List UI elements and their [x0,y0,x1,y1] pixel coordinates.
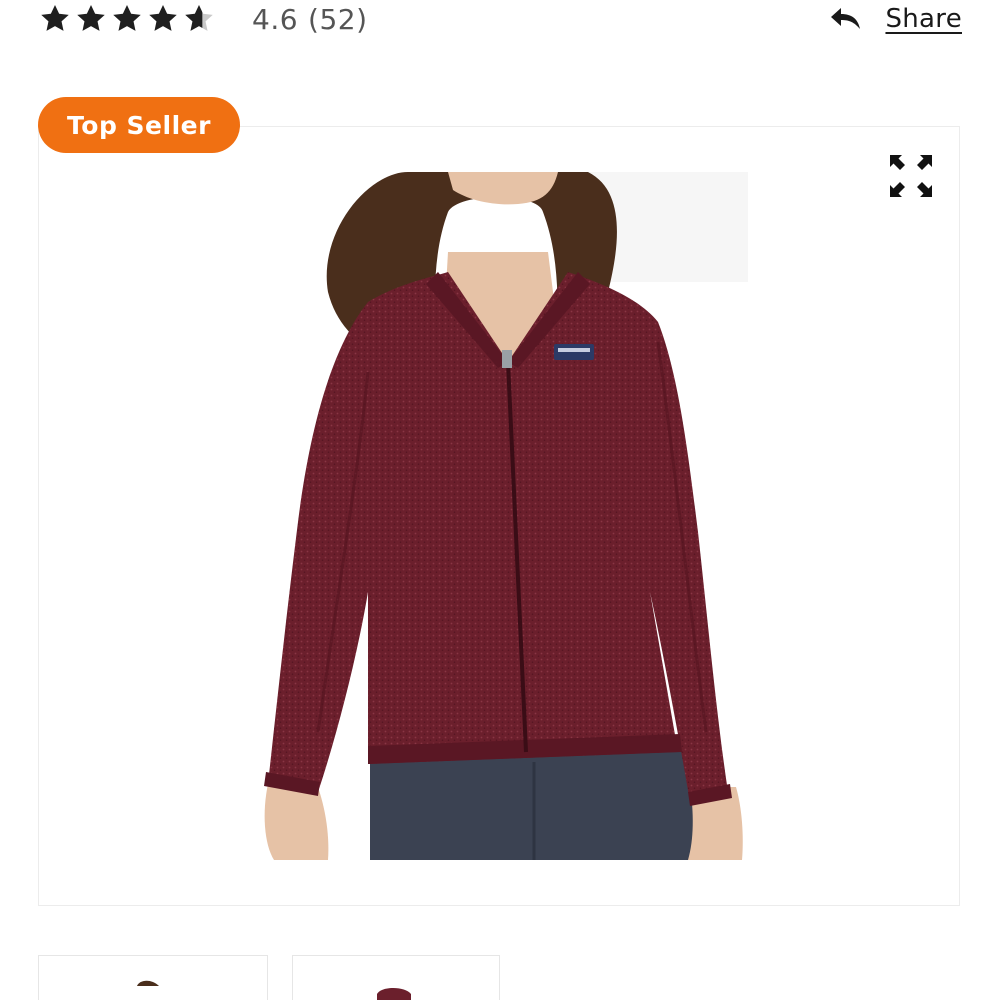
star-icon [110,3,144,35]
share-button[interactable]: Share [829,0,962,38]
product-photo[interactable] [258,172,748,860]
top-seller-badge: Top Seller [38,97,240,153]
reply-arrow-icon [831,8,861,29]
thumbnail-1[interactable] [38,955,268,1000]
product-page: 4.6 (52) Share Top Seller [0,0,1000,1000]
star-icon [146,3,180,35]
partial-star-icon [182,3,216,35]
rating-summary[interactable]: 4.6 (52) [38,0,368,38]
star-rating [38,3,216,35]
thumbnail-2[interactable] [292,955,500,1000]
share-label: Share [885,4,962,34]
rating-value: 4.6 [252,2,299,36]
review-count[interactable]: (52) [308,3,367,36]
star-icon [74,3,108,35]
expand-arrows-icon[interactable] [888,153,934,199]
rating-text: 4.6 (52) [252,3,368,36]
star-icon [38,3,72,35]
